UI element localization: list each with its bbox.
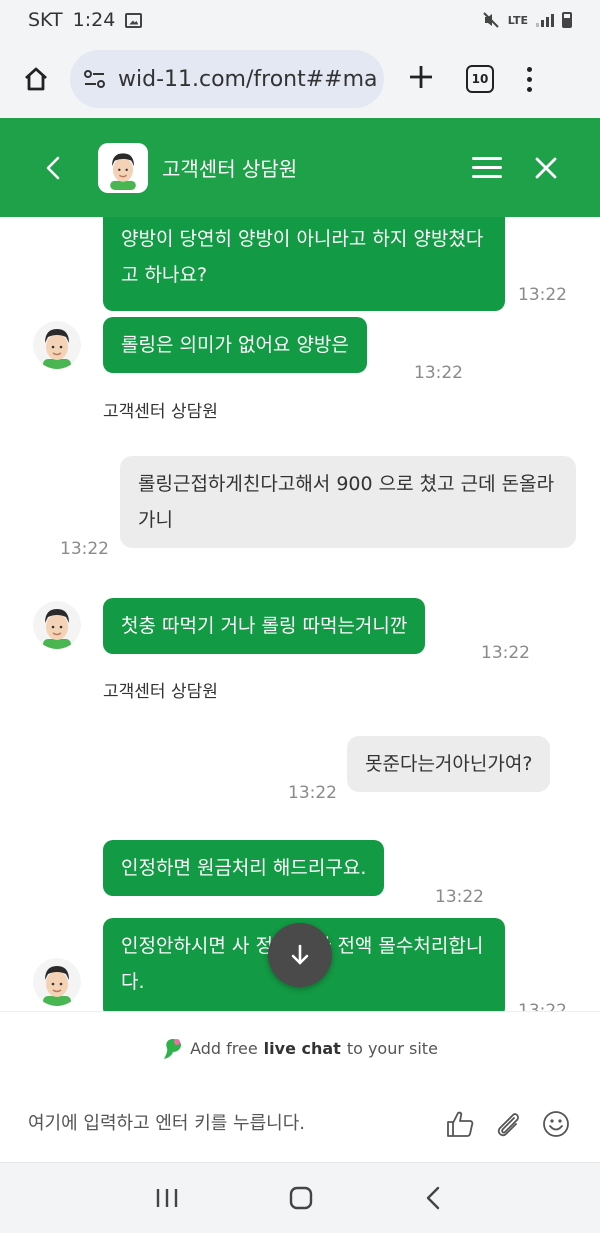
- site-settings-icon[interactable]: [82, 66, 108, 92]
- close-icon[interactable]: [532, 154, 560, 182]
- agent-message: 롤링은 의미가 없어요 양방은: [103, 317, 367, 373]
- message-time: 13:22: [518, 285, 567, 305]
- promo-bold: live chat: [263, 1039, 341, 1058]
- carrier: SKT: [28, 9, 63, 31]
- message-input[interactable]: [28, 1113, 428, 1134]
- agent-message: 첫충 따먹기 거나 롤링 따먹는거니깐: [103, 598, 426, 654]
- avatar: [98, 142, 148, 193]
- chat-title: 고객센터 상담원: [162, 157, 298, 181]
- livechat-logo-icon: [164, 1038, 182, 1059]
- back-icon[interactable]: [40, 154, 68, 182]
- message-text: 양방이 당연히 양방이 아니라고 하지 양방쳤다고 하나요?: [121, 228, 484, 286]
- message-text: 롤링은 의미가 없어요 양방은: [121, 334, 349, 356]
- clock: 1:24: [72, 9, 116, 31]
- status-left: SKT 1:24: [28, 9, 143, 31]
- promo-prefix: Add free: [190, 1039, 258, 1058]
- message-time: 13:22: [481, 643, 530, 663]
- more-icon[interactable]: [524, 66, 534, 92]
- home-icon: [25, 67, 47, 91]
- mute-icon: [483, 12, 499, 28]
- recent-apps-icon[interactable]: [154, 1186, 180, 1210]
- message-time: 13:22: [414, 363, 463, 383]
- agent-name: 고객센터 상담원: [103, 402, 218, 422]
- url-text: wid-11.com/front##ma: [118, 66, 378, 92]
- agent-message: 양방이 당연히 양방이 아니라고 하지 양방쳤다고 하나요?: [103, 217, 505, 311]
- agent-avatar-icon: [33, 601, 81, 649]
- chat-header: 고객센터 상담원: [0, 118, 600, 217]
- agent-avatar-icon: [33, 321, 81, 369]
- home-button[interactable]: [16, 59, 56, 99]
- emoji-icon[interactable]: [540, 1108, 572, 1140]
- message-text: 롤링근접하게친다고해서 900 으로 쳤고 근데 돈올라가니: [138, 473, 555, 531]
- message-time: 13:22: [288, 783, 337, 803]
- signal-icon: [536, 13, 554, 27]
- message-time: 13:22: [518, 1001, 567, 1011]
- plus-icon: [410, 66, 432, 88]
- message-composer: [0, 1085, 600, 1163]
- system-nav-bar: [0, 1163, 600, 1233]
- back-nav-icon[interactable]: [422, 1185, 446, 1211]
- avatar: [33, 321, 81, 369]
- browser-toolbar: wid-11.com/front##ma 10: [0, 40, 600, 118]
- thumbs-up-icon[interactable]: [444, 1108, 476, 1140]
- tabs-icon[interactable]: 10: [466, 65, 494, 93]
- new-tab-button[interactable]: [406, 64, 436, 94]
- scroll-down-icon: [291, 944, 309, 965]
- menu-icon[interactable]: [472, 157, 502, 178]
- avatar: [33, 601, 81, 649]
- agent-name: 고객센터 상담원: [103, 682, 218, 702]
- network-type: LTE: [507, 13, 528, 27]
- scroll-down-button[interactable]: [268, 923, 332, 987]
- powered-by-link[interactable]: Add free live chat to your site: [0, 1011, 600, 1085]
- message-time: 13:22: [435, 887, 484, 907]
- agent-avatar-icon: [33, 958, 81, 1006]
- attach-icon[interactable]: [492, 1108, 524, 1140]
- user-message: 못준다는거아닌가여?: [347, 736, 551, 792]
- status-right: LTE: [482, 11, 572, 29]
- chat-messages[interactable]: 양방이 당연히 양방이 아니라고 하지 양방쳤다고 하나요? 13:22 롤링은…: [0, 217, 600, 1011]
- message-text: 첫충 따먹기 거나 롤링 따먹는거니깐: [121, 615, 408, 637]
- status-bar: SKT 1:24 LTE: [0, 0, 600, 40]
- message-text: 인정하면 원금처리 해드리구요.: [121, 857, 367, 879]
- message-text: 못준다는거아닌가여?: [365, 753, 533, 775]
- home-nav-icon[interactable]: [288, 1185, 314, 1211]
- promo-suffix: to your site: [346, 1039, 438, 1058]
- agent-avatar-icon: [110, 152, 136, 190]
- user-message: 롤링근접하게친다고해서 900 으로 쳤고 근데 돈올라가니: [120, 456, 576, 548]
- avatar: [33, 958, 81, 1006]
- agent-message: 인정하면 원금처리 해드리구요.: [103, 840, 385, 896]
- battery-icon: [562, 12, 572, 28]
- address-bar[interactable]: wid-11.com/front##ma: [70, 50, 384, 108]
- image-icon: [125, 12, 143, 28]
- message-time: 13:22: [60, 539, 109, 559]
